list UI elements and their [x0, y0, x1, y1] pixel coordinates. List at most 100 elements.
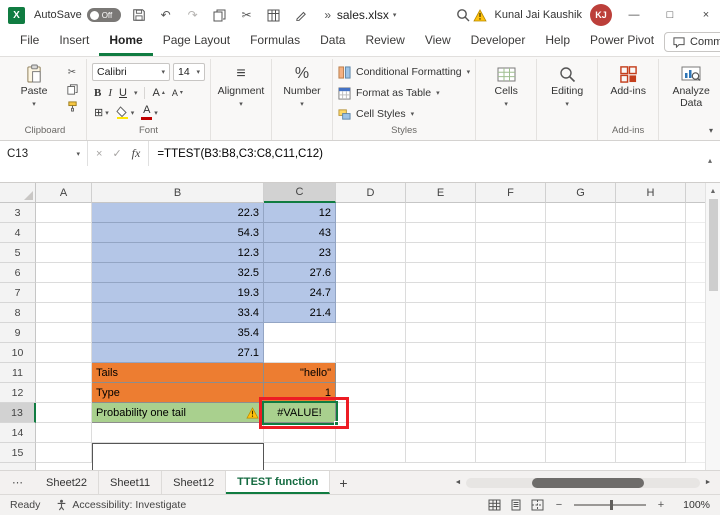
row-header-5[interactable]: 5	[0, 243, 36, 263]
cell-H12[interactable]	[616, 383, 686, 403]
cell-A14[interactable]	[36, 423, 92, 443]
conditional-formatting-button[interactable]: Conditional Formatting ▾	[338, 63, 470, 81]
ribbon-collapse-icon[interactable]: ▾	[709, 126, 713, 135]
font-color-button[interactable]: A ▾	[141, 105, 158, 120]
vertical-scroll-thumb[interactable]	[708, 199, 718, 291]
cell-D4[interactable]	[336, 223, 406, 243]
row-header-10[interactable]: 10	[0, 343, 36, 363]
underline-button[interactable]: U	[119, 87, 127, 99]
cell-H11[interactable]	[616, 363, 686, 383]
normal-view-button[interactable]	[488, 499, 501, 511]
cell-F7[interactable]	[476, 283, 546, 303]
formula-input[interactable]: =TTEST(B3:B8,C3:C8,C11,C12)	[149, 141, 720, 166]
paste-button[interactable]: Paste ▾	[9, 61, 59, 108]
cell-D5[interactable]	[336, 243, 406, 263]
cell-D12[interactable]	[336, 383, 406, 403]
row-header-11[interactable]: 11	[0, 363, 36, 383]
cell-D13[interactable]	[336, 403, 406, 423]
user-name[interactable]: Kunal Jai Kaushik	[495, 9, 582, 21]
cell-B11[interactable]: Tails	[92, 363, 264, 383]
cell-B13[interactable]: Probability one tail	[92, 403, 264, 423]
cell-C15[interactable]	[264, 443, 336, 463]
zoom-slider[interactable]	[574, 500, 646, 510]
cell-B9[interactable]: 35.4	[92, 323, 264, 343]
excel-logo-icon[interactable]: X	[8, 6, 25, 24]
tab-file[interactable]: File	[10, 29, 49, 56]
cell-B14[interactable]	[92, 423, 264, 443]
cell-H13[interactable]	[616, 403, 686, 423]
cell-E8[interactable]	[406, 303, 476, 323]
alert-warning-icon[interactable]	[472, 8, 487, 22]
cell-F5[interactable]	[476, 243, 546, 263]
underline-dropdown-icon[interactable]: ▾	[134, 89, 138, 97]
format-as-table-button[interactable]: Format as Table ▾	[338, 84, 440, 102]
cell-H4[interactable]	[616, 223, 686, 243]
zoom-level[interactable]: 100%	[676, 499, 710, 511]
cell-A5[interactable]	[36, 243, 92, 263]
cell-E15[interactable]	[406, 443, 476, 463]
quick-access-overflow-icon[interactable]: »	[319, 6, 337, 24]
cell-G12[interactable]	[546, 383, 616, 403]
cell-H14[interactable]	[616, 423, 686, 443]
tab-view[interactable]: View	[415, 29, 461, 56]
save-icon[interactable]	[130, 6, 148, 24]
row-header-7[interactable]: 7	[0, 283, 36, 303]
row-header-12[interactable]: 12	[0, 383, 36, 403]
cell-E12[interactable]	[406, 383, 476, 403]
copy-button[interactable]	[63, 83, 81, 96]
close-button[interactable]: ×	[692, 0, 720, 30]
cell-E6[interactable]	[406, 263, 476, 283]
column-header-C[interactable]: C	[264, 183, 336, 203]
tab-insert[interactable]: Insert	[49, 29, 99, 56]
cell-A10[interactable]	[36, 343, 92, 363]
cell-F8[interactable]	[476, 303, 546, 323]
column-header-H[interactable]: H	[616, 183, 686, 203]
zoom-slider-knob[interactable]	[610, 500, 613, 510]
cell-H8[interactable]	[616, 303, 686, 323]
redo-icon[interactable]: ↷	[184, 6, 202, 24]
page-layout-view-button[interactable]	[510, 499, 522, 511]
cell-G11[interactable]	[546, 363, 616, 383]
column-header-E[interactable]: E	[406, 183, 476, 203]
cell-H5[interactable]	[616, 243, 686, 263]
cell-F12[interactable]	[476, 383, 546, 403]
table-icon[interactable]	[265, 6, 283, 24]
cell-A7[interactable]	[36, 283, 92, 303]
autosave-switch[interactable]: Off	[86, 8, 121, 22]
cell-D6[interactable]	[336, 263, 406, 283]
comments-button[interactable]: Comments	[664, 32, 720, 52]
horizontal-scrollbar[interactable]: ◄ ►	[450, 471, 720, 494]
cell-B5[interactable]: 12.3	[92, 243, 264, 263]
cell-A13[interactable]	[36, 403, 92, 423]
cell-E7[interactable]	[406, 283, 476, 303]
sheet-tab-ttest-function[interactable]: TTEST function	[226, 471, 331, 494]
cell-C14[interactable]	[264, 423, 336, 443]
sheet-tab-sheet11[interactable]: Sheet11	[99, 471, 163, 494]
cell-D7[interactable]	[336, 283, 406, 303]
cell-H6[interactable]	[616, 263, 686, 283]
scroll-up-icon[interactable]: ▲	[706, 183, 720, 199]
row-header-9[interactable]: 9	[0, 323, 36, 343]
cell-C12[interactable]: 1	[264, 383, 336, 403]
column-header-F[interactable]: F	[476, 183, 546, 203]
cell-B10[interactable]: 27.1	[92, 343, 264, 363]
cell-D9[interactable]	[336, 323, 406, 343]
row-header-4[interactable]: 4	[0, 223, 36, 243]
undo-icon[interactable]: ↶	[157, 6, 175, 24]
bold-button[interactable]: B	[94, 87, 101, 99]
cut-button[interactable]: ✂	[63, 66, 81, 79]
cell-E3[interactable]	[406, 203, 476, 223]
cell-E11[interactable]	[406, 363, 476, 383]
error-warning-icon[interactable]	[246, 406, 259, 419]
cell-B6[interactable]: 32.5	[92, 263, 264, 283]
selection-fill-handle[interactable]	[334, 421, 339, 426]
row-header-13[interactable]: 13	[0, 403, 36, 423]
cell-A9[interactable]	[36, 323, 92, 343]
cell-F9[interactable]	[476, 323, 546, 343]
cell-G15[interactable]	[546, 443, 616, 463]
cell-E10[interactable]	[406, 343, 476, 363]
select-all-button[interactable]	[0, 183, 36, 203]
cell-A4[interactable]	[36, 223, 92, 243]
cell-G10[interactable]	[546, 343, 616, 363]
horizontal-scroll-thumb[interactable]	[531, 477, 644, 488]
